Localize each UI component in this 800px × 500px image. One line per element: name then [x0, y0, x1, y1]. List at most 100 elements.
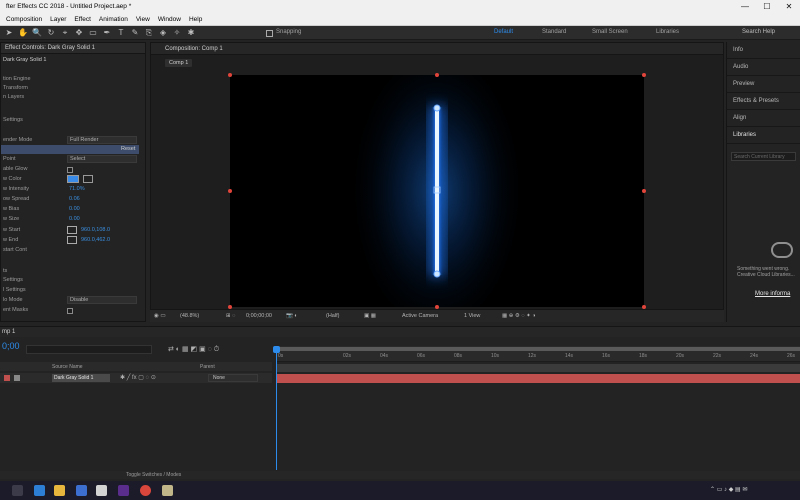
layer-handle[interactable] [228, 189, 232, 193]
menu-window[interactable]: Window [154, 14, 185, 25]
snapping-checkbox[interactable] [266, 30, 273, 37]
crosshair-icon[interactable] [67, 236, 77, 244]
pan-behind-tool-icon[interactable]: ✥ [74, 28, 84, 38]
eyedropper-icon[interactable] [83, 175, 93, 183]
menu-layer[interactable]: Layer [46, 14, 70, 25]
zoom-slider[interactable] [280, 471, 340, 477]
effects-presets-tab[interactable]: Effects & Presets [727, 93, 800, 110]
timeline-search-input[interactable] [26, 345, 152, 354]
workspace-small-screen[interactable]: Small Screen [592, 29, 628, 35]
workspace-libraries[interactable]: Libraries [656, 29, 679, 35]
layer-duration-bar[interactable] [276, 374, 800, 383]
crosshair-icon[interactable] [67, 226, 77, 234]
menu-animation[interactable]: Animation [95, 14, 132, 25]
glow-start-value[interactable]: 960.0,108.0 [81, 227, 110, 233]
more-info-link[interactable]: More informa [755, 291, 790, 297]
search-help-label[interactable]: Search Help [742, 29, 775, 35]
brush-tool-icon[interactable]: ✎ [130, 28, 140, 38]
menu-composition[interactable]: Composition [2, 14, 46, 25]
layer-name-field[interactable]: Dark Gray Solid 1 [52, 374, 110, 382]
composition-tab[interactable]: Composition: Comp 1 [151, 43, 723, 55]
arrow-tool-icon[interactable]: ➤ [4, 28, 14, 38]
halo-mode-dropdown[interactable]: Disable [67, 296, 137, 304]
render-mode-dropdown[interactable]: Full Render [67, 136, 137, 144]
eye-icon[interactable] [14, 375, 20, 381]
toggle-switches-modes[interactable]: Toggle Switches / Modes [126, 472, 181, 478]
camera-dropdown[interactable]: Active Camera [402, 313, 438, 319]
clone-stamp-tool-icon[interactable]: ⎘ [144, 28, 154, 38]
library-search-input[interactable]: Search Current Library [731, 152, 796, 161]
viewer-option-icons[interactable]: ▦ ⊕ ⚙ ◌ ✦ ◑ [502, 313, 536, 319]
menu-effect[interactable]: Effect [70, 14, 95, 25]
region-icon[interactable]: ▣ ▦ [364, 313, 376, 319]
rotate-tool-icon[interactable]: ↻ [46, 28, 56, 38]
roto-brush-tool-icon[interactable]: ✧ [172, 28, 182, 38]
selected-effect-row[interactable] [1, 145, 139, 154]
eraser-tool-icon[interactable]: ◈ [158, 28, 168, 38]
point-select-dropdown[interactable]: Select [67, 155, 137, 163]
layer-handle[interactable] [642, 189, 646, 193]
parent-dropdown[interactable]: None [208, 374, 258, 382]
magnification-icon[interactable]: ◉ ▭ [154, 313, 166, 319]
maximize-button[interactable]: ☐ [756, 0, 778, 14]
app-icon[interactable] [162, 485, 173, 496]
layer-handle[interactable] [228, 73, 232, 77]
views-dropdown[interactable]: 1 View [464, 313, 480, 319]
puppet-pin-tool-icon[interactable]: ✱ [186, 28, 196, 38]
comp-breadcrumb[interactable]: Comp 1 [165, 59, 193, 67]
app-icon[interactable] [96, 485, 107, 496]
system-tray-icons[interactable]: ⌃ ▭ ♪ ◆ ▤ ✉ [710, 486, 747, 493]
edge-browser-icon[interactable] [34, 485, 45, 496]
masks-checkbox[interactable] [67, 308, 73, 314]
timecode-display[interactable]: 0;00;00;00 [246, 313, 272, 319]
grid-icon[interactable]: ⊞ ◌ [226, 313, 235, 319]
camera-tool-icon[interactable]: ⌖ [60, 28, 70, 38]
store-icon[interactable] [76, 485, 87, 496]
rectangle-tool-icon[interactable]: ▭ [88, 28, 98, 38]
type-tool-icon[interactable]: T [116, 28, 126, 38]
timeline-tab[interactable]: mp 1 [0, 327, 800, 337]
snapshot-icon[interactable]: 📷 ◐ [286, 313, 298, 319]
search-icon[interactable] [12, 485, 23, 496]
after-effects-icon[interactable] [118, 485, 129, 496]
workspace-default[interactable]: Default [494, 29, 513, 35]
preview-panel-tab[interactable]: Preview [727, 76, 800, 93]
layer-handle[interactable] [435, 73, 439, 77]
source-name-header[interactable]: Source Name [52, 364, 83, 370]
playhead-handle[interactable] [273, 346, 280, 353]
label-color-icon[interactable] [4, 375, 10, 381]
glow-size-value[interactable]: 0.00 [69, 216, 80, 222]
enable-glow-checkbox[interactable] [67, 167, 73, 173]
audio-panel-tab[interactable]: Audio [727, 59, 800, 76]
timeline-switch-icons[interactable]: ⇄ ◐ ▦ ◩ ▣ ◌ ⏱ [168, 345, 219, 354]
layer-handle[interactable] [642, 73, 646, 77]
zoom-tool-icon[interactable]: 🔍 [32, 28, 42, 38]
reset-link[interactable]: Reset [121, 146, 135, 152]
resolution-dropdown[interactable]: (Half) [326, 313, 339, 319]
effect-controls-tab[interactable]: Effect Controls: Dark Gray Solid 1 [1, 43, 145, 54]
close-button[interactable]: ✕ [778, 0, 800, 14]
menu-view[interactable]: View [132, 14, 154, 25]
glow-end-value[interactable]: 960.0,462.0 [81, 237, 110, 243]
pen-tool-icon[interactable]: ✒ [102, 28, 112, 38]
hand-tool-icon[interactable]: ✋ [18, 28, 28, 38]
glow-spread-value[interactable]: 0.06 [69, 196, 80, 202]
workspace-standard[interactable]: Standard [542, 29, 566, 35]
zoom-dropdown[interactable]: (48.8%) [180, 313, 199, 319]
file-explorer-icon[interactable] [54, 485, 65, 496]
info-panel-tab[interactable]: Info [727, 42, 800, 59]
align-panel-tab[interactable]: Align [727, 110, 800, 127]
glow-color-swatch[interactable] [67, 175, 79, 183]
chrome-icon[interactable] [140, 485, 151, 496]
libraries-panel-tab[interactable]: Libraries [727, 127, 800, 144]
minimize-button[interactable]: — [734, 0, 756, 14]
work-area-bar[interactable] [276, 347, 800, 351]
current-time-display[interactable]: 0;00 [2, 341, 20, 351]
composition-viewer[interactable] [230, 75, 644, 307]
glow-intensity-value[interactable]: 71.0% [69, 186, 85, 192]
layer-switches[interactable]: ✱ ╱ fx ▢ ◌ ⊙ [120, 374, 156, 381]
parent-header[interactable]: Parent [200, 364, 215, 370]
glow-bias-value[interactable]: 0.00 [69, 206, 80, 212]
playhead-line[interactable] [276, 347, 277, 470]
menu-help[interactable]: Help [185, 14, 206, 25]
